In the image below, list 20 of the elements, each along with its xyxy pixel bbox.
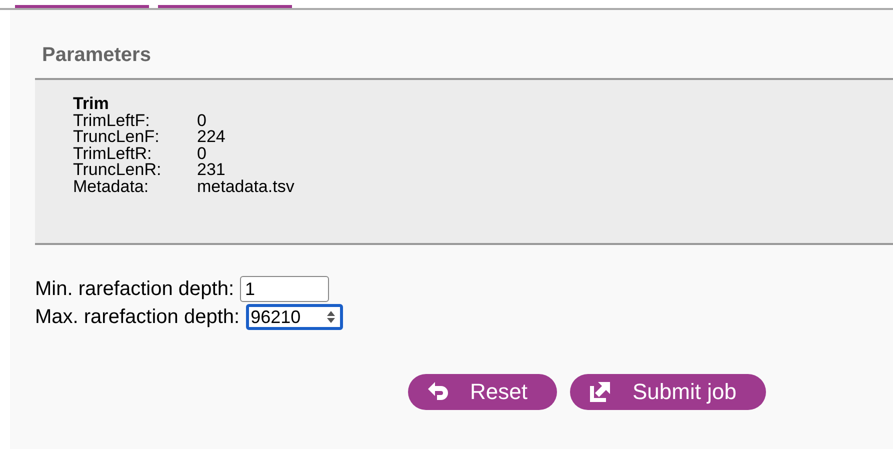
field-label: Min. rarefaction depth: xyxy=(35,278,234,300)
parameter-value: 0 xyxy=(197,146,206,162)
reset-button[interactable]: Reset xyxy=(408,374,558,410)
parameter-label: TrimLeftR: xyxy=(73,146,153,162)
submit-button[interactable]: Submit job xyxy=(570,374,766,410)
parameter-label: TrimLeftF: xyxy=(73,112,151,129)
parameter-label: TruncLenF: xyxy=(73,129,160,146)
group-title: Trim xyxy=(73,96,110,112)
external-link-icon xyxy=(588,380,612,404)
field-label: Max. rarefaction depth: xyxy=(35,306,240,328)
parameter-value: metadata.tsv xyxy=(197,178,294,195)
parameter-value: 0 xyxy=(197,112,206,129)
parameter-value: 224 xyxy=(197,129,226,146)
input-field[interactable]: 96210 xyxy=(246,304,343,330)
parameter-value: 231 xyxy=(197,162,226,178)
parameter-label: Metadata: xyxy=(73,178,150,195)
parameter-label: TruncLenR: xyxy=(73,162,162,178)
input-field[interactable]: 1 xyxy=(240,276,329,302)
section-title: Parameters xyxy=(42,44,152,68)
spinner-icon[interactable] xyxy=(326,310,336,324)
